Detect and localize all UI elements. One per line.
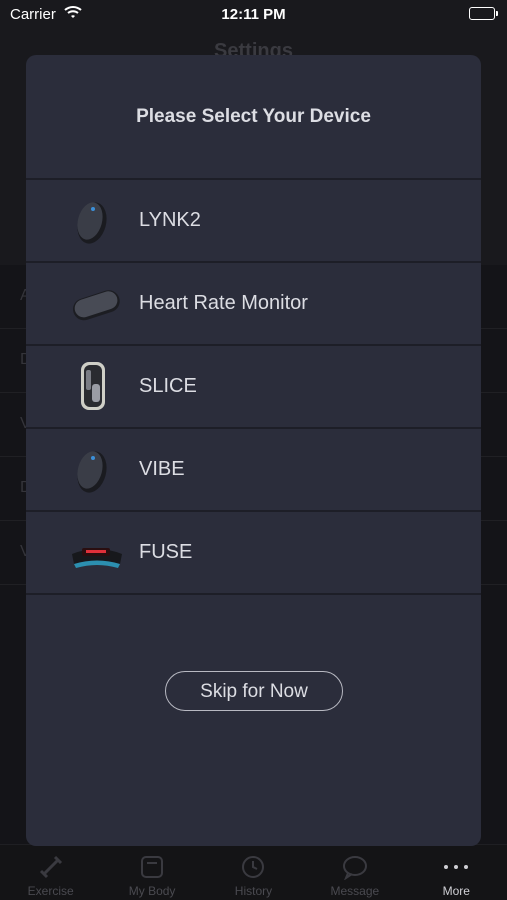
- tab-label: More: [442, 884, 470, 898]
- vibe-device-icon: [70, 443, 124, 497]
- modal-title: Please Select Your Device: [136, 105, 371, 127]
- device-name: SLICE: [139, 375, 197, 397]
- device-name: VIBE: [139, 458, 185, 480]
- tab-bar: Exercise My Body History Message More: [0, 844, 507, 900]
- device-name: Heart Rate Monitor: [139, 292, 308, 314]
- device-item-heart-rate-monitor[interactable]: Heart Rate Monitor: [26, 263, 481, 346]
- chat-bubble-icon: [305, 854, 405, 884]
- battery-icon: [469, 7, 498, 20]
- tab-label: Exercise: [27, 884, 74, 898]
- device-name: LYNK2: [139, 209, 201, 231]
- history-icon: [203, 854, 303, 884]
- device-item-slice[interactable]: SLICE: [26, 346, 481, 429]
- fuse-device-icon: [70, 526, 124, 580]
- lynk2-device-icon: [70, 194, 124, 248]
- tab-label: Message: [330, 884, 380, 898]
- tab-label: History: [234, 884, 273, 898]
- device-item-fuse[interactable]: FUSE: [26, 512, 481, 595]
- clock: 12:11 PM: [221, 6, 286, 23]
- device-item-lynk2[interactable]: LYNK2: [26, 180, 481, 263]
- slice-device-icon: [70, 360, 124, 414]
- tab-label: My Body: [128, 884, 176, 898]
- dumbbell-icon: [1, 854, 101, 884]
- tab-my-body[interactable]: My Body: [102, 854, 202, 898]
- more-dots-icon: [406, 854, 506, 884]
- tab-exercise[interactable]: Exercise: [1, 854, 101, 898]
- skip-for-now-button[interactable]: Skip for Now: [165, 671, 343, 711]
- device-list: LYNK2 Heart Rate Monitor SLICE VIBE FUSE: [26, 178, 481, 595]
- tab-message[interactable]: Message: [305, 854, 405, 898]
- scale-icon: [102, 854, 202, 884]
- status-bar: Carrier 12:11 PM: [0, 0, 507, 30]
- device-select-modal: Please Select Your Device LYNK2 Heart Ra…: [26, 55, 481, 846]
- tab-history[interactable]: History: [203, 854, 303, 898]
- heart-rate-monitor-icon: [70, 277, 124, 331]
- device-item-vibe[interactable]: VIBE: [26, 429, 481, 512]
- device-name: FUSE: [139, 541, 193, 563]
- tab-more[interactable]: More: [406, 854, 506, 898]
